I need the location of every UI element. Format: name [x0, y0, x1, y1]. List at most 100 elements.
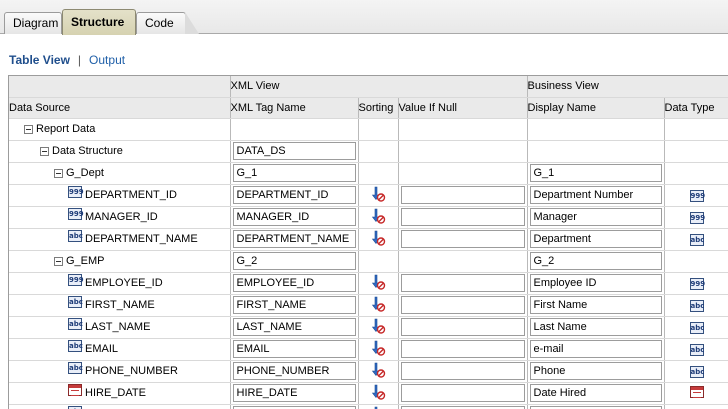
value-if-null-input[interactable]: [400, 208, 525, 226]
sorting-cell: [358, 272, 399, 295]
sort-order-icon[interactable]: [370, 340, 386, 356]
data-source-cell: abc PHONE_NUMBER: [9, 360, 231, 383]
collapse-icon[interactable]: [54, 256, 63, 266]
sort-order-icon[interactable]: [370, 406, 386, 409]
sorting-cell: [358, 184, 399, 207]
display-name-input[interactable]: Manager: [529, 208, 662, 226]
xml-tag-cell: MANAGER_ID: [230, 206, 359, 229]
tree-node-label: EMPLOYEE_ID: [85, 276, 163, 289]
sort-order-icon[interactable]: [370, 208, 386, 224]
value-if-null-input[interactable]: [400, 186, 525, 204]
display-name-input[interactable]: Phone: [529, 362, 662, 380]
header-business-view: Business View: [527, 76, 728, 98]
sorting-cell: [358, 316, 399, 339]
tree-node: abc EMAIL: [9, 339, 229, 360]
xml-tag-name-input[interactable]: DEPARTMENT_NAME: [232, 230, 356, 248]
data-source-cell: HIRE_DATE: [9, 382, 231, 405]
sort-order-icon[interactable]: [370, 362, 386, 378]
xml-tag-cell: DEPARTMENT_NAME: [230, 228, 359, 251]
display-name-input[interactable]: G_2: [529, 252, 662, 270]
sorting-cell: [358, 404, 399, 409]
value-if-null-cell: [398, 118, 528, 141]
xml-tag-name-input[interactable]: FIRST_NAME: [232, 296, 356, 314]
xml-tag-name-input[interactable]: G_1: [232, 164, 356, 182]
text-icon[interactable]: abc: [689, 299, 704, 312]
sort-order-icon[interactable]: [370, 186, 386, 202]
number-icon[interactable]: 999: [689, 277, 705, 290]
tab-diagram[interactable]: Diagram: [4, 12, 62, 34]
calendar-icon[interactable]: [689, 385, 704, 398]
collapse-icon[interactable]: [54, 168, 63, 178]
tree-node-label: EMAIL: [85, 342, 119, 355]
xml-tag-name-input[interactable]: PHONE_NUMBER: [232, 362, 356, 380]
sort-order-icon[interactable]: [370, 318, 386, 334]
text-icon[interactable]: abc: [689, 321, 704, 334]
tree-node: Report Data: [9, 119, 229, 140]
data-type-cell: [664, 118, 728, 141]
display-name-input[interactable]: G_1: [529, 164, 662, 182]
tab-code[interactable]: Code: [136, 12, 199, 34]
value-if-null-cell: [398, 316, 528, 339]
number-icon[interactable]: 999: [689, 189, 705, 202]
table-row: Report Data: [9, 118, 728, 141]
tab-strip: Diagram Structure Code: [0, 0, 728, 35]
sort-order-icon[interactable]: [370, 384, 386, 400]
tree-node: G_EMP: [9, 251, 229, 272]
sort-order-icon[interactable]: [370, 274, 386, 290]
data-type-cell: 999: [664, 184, 728, 207]
value-if-null-input[interactable]: [400, 230, 525, 248]
data-source-cell: abc EMAIL: [9, 338, 231, 361]
text-icon[interactable]: abc: [689, 343, 704, 356]
header-data-type: Data Type: [664, 97, 728, 119]
structure-grid: XML View Business View Data Source XML T…: [8, 75, 728, 409]
sorting-cell: [358, 118, 399, 141]
display-name-input[interactable]: Last Name: [529, 318, 662, 336]
output-link[interactable]: Output: [89, 53, 125, 67]
value-if-null-cell: [398, 404, 528, 409]
display-name-input[interactable]: Date Hired: [529, 384, 662, 402]
sort-order-icon[interactable]: [370, 230, 386, 246]
table-row: abc DEPARTMENT_NAME DEPARTMENT_NAME Departm…: [9, 228, 728, 251]
xml-tag-name-input[interactable]: DATA_DS: [232, 142, 356, 160]
table-row: 999 MANAGER_ID MANAGER_ID Manager 999: [9, 206, 728, 229]
text-icon[interactable]: abc: [689, 233, 704, 246]
display-name-input[interactable]: Employee ID: [529, 274, 662, 292]
display-name-input[interactable]: e-mail: [529, 340, 662, 358]
xml-tag-cell: PHONE_NUMBER: [230, 360, 359, 383]
value-if-null-input[interactable]: [400, 274, 525, 292]
xml-tag-name-input[interactable]: EMPLOYEE_ID: [232, 274, 356, 292]
value-if-null-input[interactable]: [400, 384, 525, 402]
value-if-null-input[interactable]: [400, 340, 525, 358]
value-if-null-input[interactable]: [400, 296, 525, 314]
xml-tag-name-input[interactable]: HIRE_DATE: [232, 384, 356, 402]
tab-structure[interactable]: Structure: [62, 9, 136, 35]
xml-tag-name-input[interactable]: EMAIL: [232, 340, 356, 358]
data-source-cell: 999 EMPLOYEE_ID: [9, 272, 231, 295]
display-name-input[interactable]: Department: [529, 230, 662, 248]
xml-tag-name-input[interactable]: DEPARTMENT_ID: [232, 186, 356, 204]
data-source-cell: G_EMP: [9, 250, 231, 273]
display-name-input[interactable]: First Name: [529, 296, 662, 314]
xml-tag-cell: LAST_NAME: [230, 316, 359, 339]
data-type-cell: abc: [664, 228, 728, 251]
display-name-input[interactable]: Department Number: [529, 186, 662, 204]
data-type-cell: abc: [664, 294, 728, 317]
sorting-cell: [358, 382, 399, 405]
text-icon[interactable]: abc: [689, 365, 704, 378]
collapse-icon[interactable]: [40, 146, 49, 156]
value-if-null-input[interactable]: [400, 362, 525, 380]
tree-node: 999 EMPLOYEE_ID: [9, 273, 229, 294]
value-if-null-input[interactable]: [400, 318, 525, 336]
xml-tag-cell: DATA_DS: [230, 140, 359, 163]
value-if-null-cell: [398, 338, 528, 361]
xml-tag-name-input[interactable]: MANAGER_ID: [232, 208, 356, 226]
xml-tag-name-input[interactable]: G_2: [232, 252, 356, 270]
display-name-cell: Department: [527, 228, 665, 251]
table-view-link[interactable]: Table View: [9, 53, 70, 67]
structure-rows: Report Data Data Structure DATA_DS G_Dept G_…: [9, 118, 728, 409]
collapse-icon[interactable]: [24, 124, 33, 134]
value-if-null-cell: [398, 272, 528, 295]
sort-order-icon[interactable]: [370, 296, 386, 312]
xml-tag-name-input[interactable]: LAST_NAME: [232, 318, 356, 336]
number-icon[interactable]: 999: [689, 211, 705, 224]
